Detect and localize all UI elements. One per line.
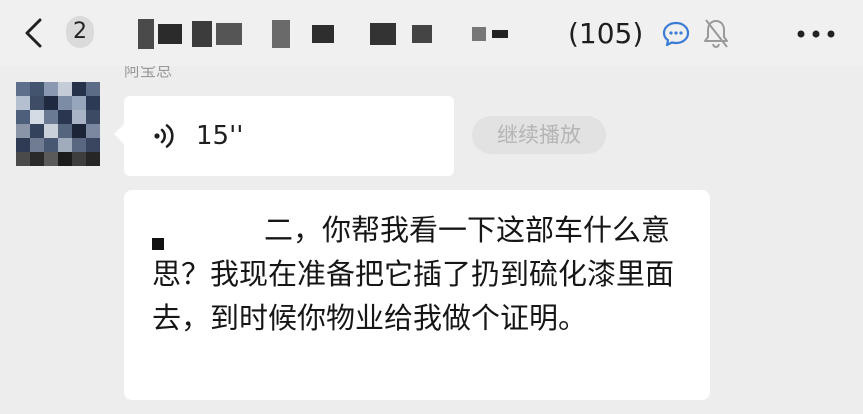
avatar-mosaic-cell bbox=[30, 152, 44, 166]
mosaic-block bbox=[492, 30, 508, 38]
message-text: 二，你帮我看一下这部车什么意思？我现在准备把它插了扔到硫化漆里面去，到时候你物业… bbox=[152, 213, 675, 335]
voice-wave-icon bbox=[154, 124, 174, 148]
avatar-mosaic-cell bbox=[44, 82, 58, 96]
avatar-mosaic-cell bbox=[30, 124, 44, 138]
avatar-mosaic-cell bbox=[44, 96, 58, 110]
avatar-mosaic-cell bbox=[44, 124, 58, 138]
avatar-mosaic-cell bbox=[16, 110, 30, 124]
text-message-bubble[interactable]: 二，你帮我看一下这部车什么意思？我现在准备把它插了扔到硫化漆里面去，到时候你物业… bbox=[124, 190, 710, 400]
continue-playing-button[interactable]: 继续播放 bbox=[472, 116, 606, 154]
avatar-mosaic-cell bbox=[72, 152, 86, 166]
avatar-mosaic-cell bbox=[30, 138, 44, 152]
avatar-mosaic-cell bbox=[30, 110, 44, 124]
avatar-mosaic-cell bbox=[58, 82, 72, 96]
avatar-mosaic-cell bbox=[72, 82, 86, 96]
group-name-redacted bbox=[138, 12, 512, 56]
mosaic-block bbox=[158, 24, 182, 44]
avatar-mosaic-cell bbox=[30, 96, 44, 110]
avatar-mosaic-cell bbox=[16, 152, 30, 166]
mosaic-block bbox=[192, 21, 212, 47]
mosaic-block bbox=[272, 20, 290, 48]
avatar-mosaic-cell bbox=[16, 138, 30, 152]
avatar-mosaic-cell bbox=[16, 124, 30, 138]
voice-message-bubble[interactable]: 15'' bbox=[114, 96, 454, 176]
back-icon[interactable] bbox=[18, 14, 48, 52]
redacted-name bbox=[152, 238, 164, 250]
avatar-mosaic-cell bbox=[58, 96, 72, 110]
avatar[interactable] bbox=[16, 82, 100, 166]
mosaic-block bbox=[472, 27, 486, 41]
avatar-mosaic-cell bbox=[86, 138, 100, 152]
avatar-mosaic-cell bbox=[86, 110, 100, 124]
mosaic-block bbox=[216, 23, 242, 45]
avatar-mosaic-cell bbox=[30, 82, 44, 96]
avatar-mosaic-cell bbox=[16, 96, 30, 110]
avatar-mosaic-cell bbox=[58, 110, 72, 124]
chat-header: 2 (105) bbox=[0, 0, 863, 66]
avatar-mosaic-cell bbox=[86, 124, 100, 138]
avatar-mosaic-cell bbox=[86, 96, 100, 110]
mute-bell-icon bbox=[704, 19, 728, 49]
avatar-mosaic-cell bbox=[44, 152, 58, 166]
avatar-mosaic-cell bbox=[72, 138, 86, 152]
avatar-mosaic-cell bbox=[44, 110, 58, 124]
avatar-mosaic-cell bbox=[72, 96, 86, 110]
avatar-mosaic-cell bbox=[58, 124, 72, 138]
message-text-container: 二，你帮我看一下这部车什么意思？我现在准备把它插了扔到硫化漆里面去，到时候你物业… bbox=[152, 208, 700, 340]
chat-bubble-icon bbox=[662, 21, 690, 47]
mosaic-block bbox=[312, 25, 334, 43]
member-count: (105) bbox=[568, 17, 644, 50]
mosaic-block bbox=[412, 25, 432, 43]
avatar-mosaic-cell bbox=[58, 152, 72, 166]
mosaic-block bbox=[138, 19, 154, 49]
more-icon[interactable] bbox=[796, 30, 836, 38]
unread-count-badge[interactable]: 2 bbox=[66, 16, 94, 48]
avatar-mosaic-cell bbox=[86, 82, 100, 96]
voice-duration: 15'' bbox=[196, 121, 244, 151]
avatar-mosaic-cell bbox=[72, 124, 86, 138]
sender-name: 阿宝总 bbox=[124, 66, 173, 80]
avatar-mosaic-cell bbox=[72, 110, 86, 124]
avatar-mosaic-cell bbox=[86, 152, 100, 166]
avatar-mosaic-cell bbox=[44, 138, 58, 152]
avatar-mosaic-cell bbox=[16, 82, 30, 96]
avatar-mosaic-cell bbox=[58, 138, 72, 152]
mosaic-block bbox=[370, 23, 396, 45]
